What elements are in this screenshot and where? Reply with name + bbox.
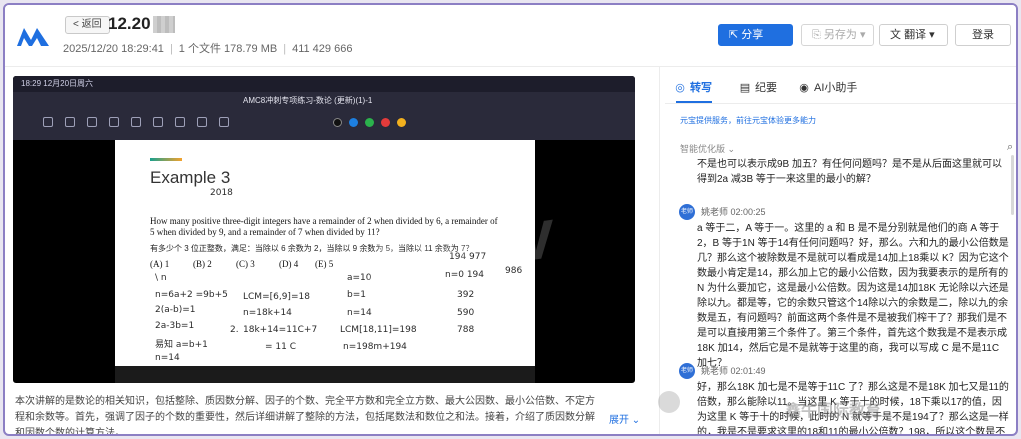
notes-toolbar: AMC8冲刺专项练习-数论 (更新)(1)-1 xyxy=(13,92,635,140)
expand-link[interactable]: 展开 ⌄ xyxy=(609,411,640,426)
login-button[interactable]: 登录 xyxy=(955,24,1011,46)
translate-button[interactable]: 文 翻译 ▾ xyxy=(879,24,948,46)
page-title: 12.20 xyxy=(108,14,151,33)
highlighter-tool-icon xyxy=(65,117,75,127)
color-black-icon xyxy=(333,118,342,127)
back-button[interactable]: < 返回 xyxy=(65,16,110,34)
laser-tool-icon xyxy=(197,117,207,127)
handwriting: = 11 C xyxy=(265,342,296,352)
avatar: 老师 xyxy=(679,204,695,220)
year-note: 2018 xyxy=(210,188,233,198)
transcript-speaker: 姚老师 02:01:49 xyxy=(701,366,766,376)
chevron-down-icon: ▾ xyxy=(929,29,935,41)
video-player[interactable]: 18:29 12月20日周六 AMC8冲刺专项练习-数论 (更新)(1)-1 E… xyxy=(13,76,635,383)
shape-tool-icon xyxy=(131,117,141,127)
translate-icon: 文 xyxy=(890,29,901,41)
tab-ai-assistant[interactable]: ◉ AI小助手 xyxy=(798,79,857,95)
logo-icon xyxy=(17,28,49,46)
handwriting: LCM=[6,9]=18 xyxy=(243,292,310,302)
handwriting: b=1 xyxy=(347,290,366,300)
option-d: (D) 4 xyxy=(279,259,299,269)
image-tool-icon xyxy=(153,117,163,127)
handwriting: n=6a+2 =9b+5 xyxy=(155,290,228,300)
scrollbar[interactable] xyxy=(1011,155,1014,215)
transcribe-icon: ◎ xyxy=(675,82,685,94)
ruler-tool-icon xyxy=(219,117,229,127)
handwriting: LCM[18,11]=198 xyxy=(340,325,417,335)
redacted-title-icon xyxy=(153,16,175,33)
save-icon: ⎘ xyxy=(812,29,821,41)
video-bottom-bar xyxy=(115,366,535,383)
color-red-icon xyxy=(381,118,390,127)
handwriting: n=198m+194 xyxy=(343,342,407,352)
meta-date: 2025/12/20 18:29:41 xyxy=(63,43,164,55)
handwriting: 18k+14=11C+7 xyxy=(243,325,318,335)
version-select[interactable]: 智能优化版 ⌄ xyxy=(680,142,735,155)
handwriting: 易知 a=b+1 xyxy=(155,340,208,350)
save-as-button[interactable]: ⎘ 另存为 ▾ xyxy=(801,24,874,46)
option-e: (E) 5 xyxy=(315,259,334,269)
color-blue-icon xyxy=(349,118,358,127)
color-green-icon xyxy=(365,118,374,127)
handwriting: 788 xyxy=(457,325,475,335)
tab-summary[interactable]: ▤ 纪要 xyxy=(739,79,777,95)
wechat-icon xyxy=(658,391,680,413)
transcript-text: a 等于二，A 等于一。这里的 a 和 B 是不是分别就是他们的商 A 等于2，… xyxy=(697,223,1009,369)
handwriting: 2(a-b)=1 xyxy=(155,305,196,315)
tab-transcribe[interactable]: ◎ 转写 xyxy=(674,79,712,95)
option-b: (B) 2 xyxy=(193,259,212,269)
transcript-text: 不是也可以表示成9B 加五？有任何问题吗？是不是从后面这里就可以得到2a 减3B… xyxy=(697,159,1003,185)
handwriting: \ n xyxy=(155,273,167,283)
handwriting: 392 xyxy=(457,290,475,300)
color-yellow-icon xyxy=(397,118,406,127)
bottom-watermark: 鑫牛国际教育 xyxy=(785,403,882,420)
summary-description: 本次讲解的是数论的相关知识，包括整除、质因数分解、因子的个数、完全平方数和完全立… xyxy=(15,396,595,436)
option-a: (A) 1 xyxy=(150,259,170,269)
yuanbao-banner-link[interactable]: 元宝提供服务，前往元宝体验更多能力 xyxy=(680,115,816,126)
tabs-divider xyxy=(665,103,1016,104)
handwriting: 2a-3b=1 xyxy=(155,321,195,331)
example-title: Example 3 xyxy=(150,168,231,187)
text-tool-icon xyxy=(175,117,185,127)
option-c: (C) 3 xyxy=(236,259,255,269)
ai-assistant-icon: ◉ xyxy=(799,82,809,94)
chevron-down-icon: ⌄ xyxy=(631,415,641,426)
title-accent-bar xyxy=(150,158,182,161)
handwriting: n=18k+14 xyxy=(243,308,292,318)
lasso-tool-icon xyxy=(109,117,119,127)
search-icon[interactable]: ⌕ xyxy=(1007,141,1013,154)
header: < 返回 12.20 2025/12/20 18:29:41 | 1 个文件 178… xyxy=(5,5,1016,67)
chevron-down-icon: ⌄ xyxy=(727,144,736,154)
panel-divider xyxy=(659,67,660,434)
avatar: 老师 xyxy=(679,363,695,379)
app-window: < 返回 12.20 2025/12/20 18:29:41 | 1 个文件 178… xyxy=(3,3,1018,436)
document-title: AMC8冲刺专项练习-数论 (更新)(1)-1 xyxy=(243,96,373,105)
eraser-tool-icon xyxy=(87,117,97,127)
summary-icon: ▤ xyxy=(739,82,751,94)
transcript-speaker: 姚老师 02:00:25 xyxy=(701,207,766,217)
meta-info: 2025/12/20 18:29:41 | 1 个文件 178.79 MB | 411 … xyxy=(63,40,352,56)
pen-tool-icon xyxy=(43,117,53,127)
share-icon: ⇱ xyxy=(729,29,739,41)
meta-files: 1 个文件 178.79 MB xyxy=(178,43,278,55)
meta-id: 411 429 666 xyxy=(292,43,353,55)
handwriting: n=14 xyxy=(155,353,180,363)
ipad-status-bar: 18:29 12月20日周六 xyxy=(13,76,635,92)
handwriting: 2. xyxy=(230,325,239,335)
handwriting: n=14 xyxy=(347,308,372,318)
chevron-down-icon: ▾ xyxy=(859,29,866,41)
handwriting: 590 xyxy=(457,308,475,318)
share-button[interactable]: ⇱ 分享 xyxy=(718,24,793,46)
